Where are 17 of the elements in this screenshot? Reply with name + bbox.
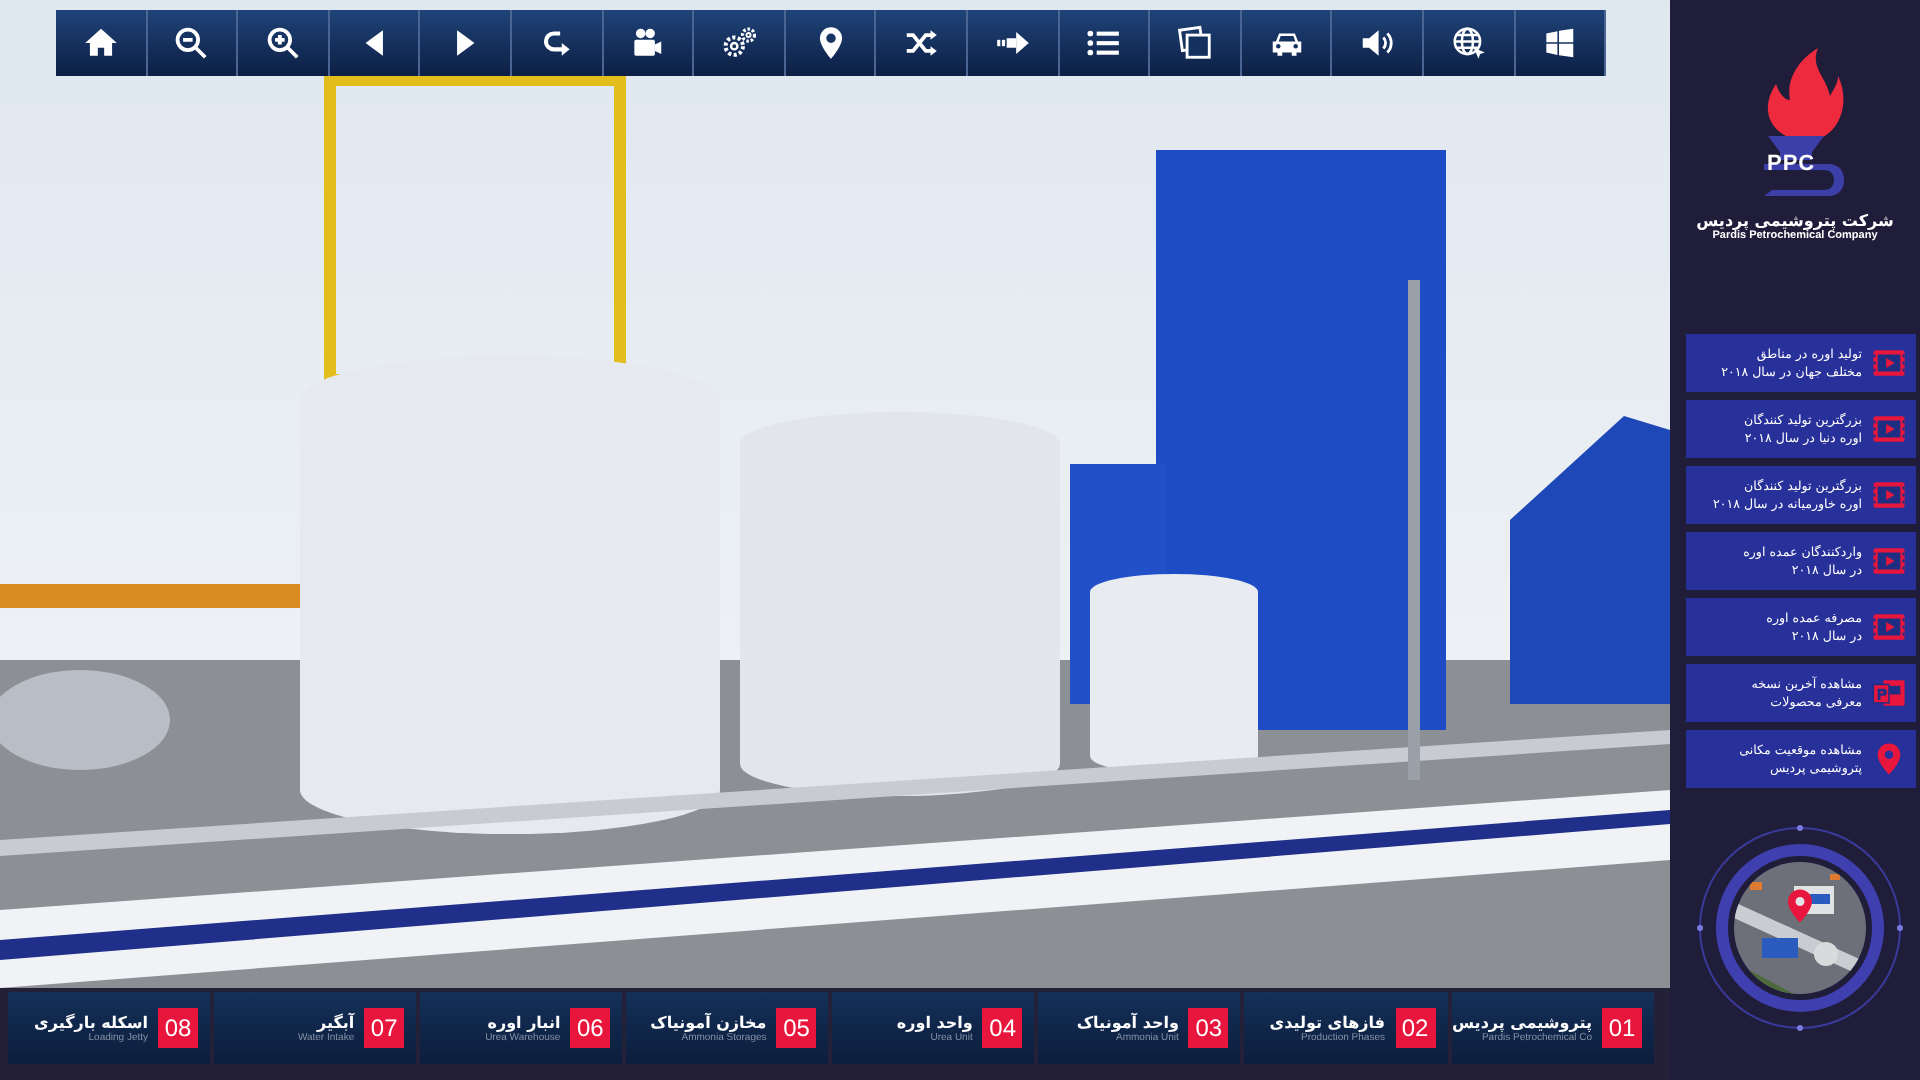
section-number: 05 xyxy=(776,1008,817,1048)
section-title: واحد اوره xyxy=(896,1013,973,1031)
section-title: مخازن آمونیاک xyxy=(650,1013,767,1031)
section-number: 06 xyxy=(570,1008,611,1048)
section-number: 02 xyxy=(1395,1008,1435,1048)
section-title: انبار اوره xyxy=(487,1013,561,1031)
section-title: پتروشیمی پردیس xyxy=(1452,1013,1592,1031)
section-number: 04 xyxy=(982,1008,1023,1048)
section-title: آبگیر xyxy=(316,1013,355,1031)
section-number: 01 xyxy=(1602,1008,1642,1048)
section-title: واحد آمونیاک xyxy=(1076,1013,1179,1031)
section-number: 03 xyxy=(1188,1008,1229,1048)
section-title: اسکله بارگیری xyxy=(34,1013,149,1031)
section-title: فازهای تولیدی xyxy=(1269,1013,1385,1031)
company-name: شرکت پتروشیمی پردیس xyxy=(1696,212,1894,230)
section-number: 08 xyxy=(158,1008,199,1048)
section-number: 07 xyxy=(364,1008,405,1048)
